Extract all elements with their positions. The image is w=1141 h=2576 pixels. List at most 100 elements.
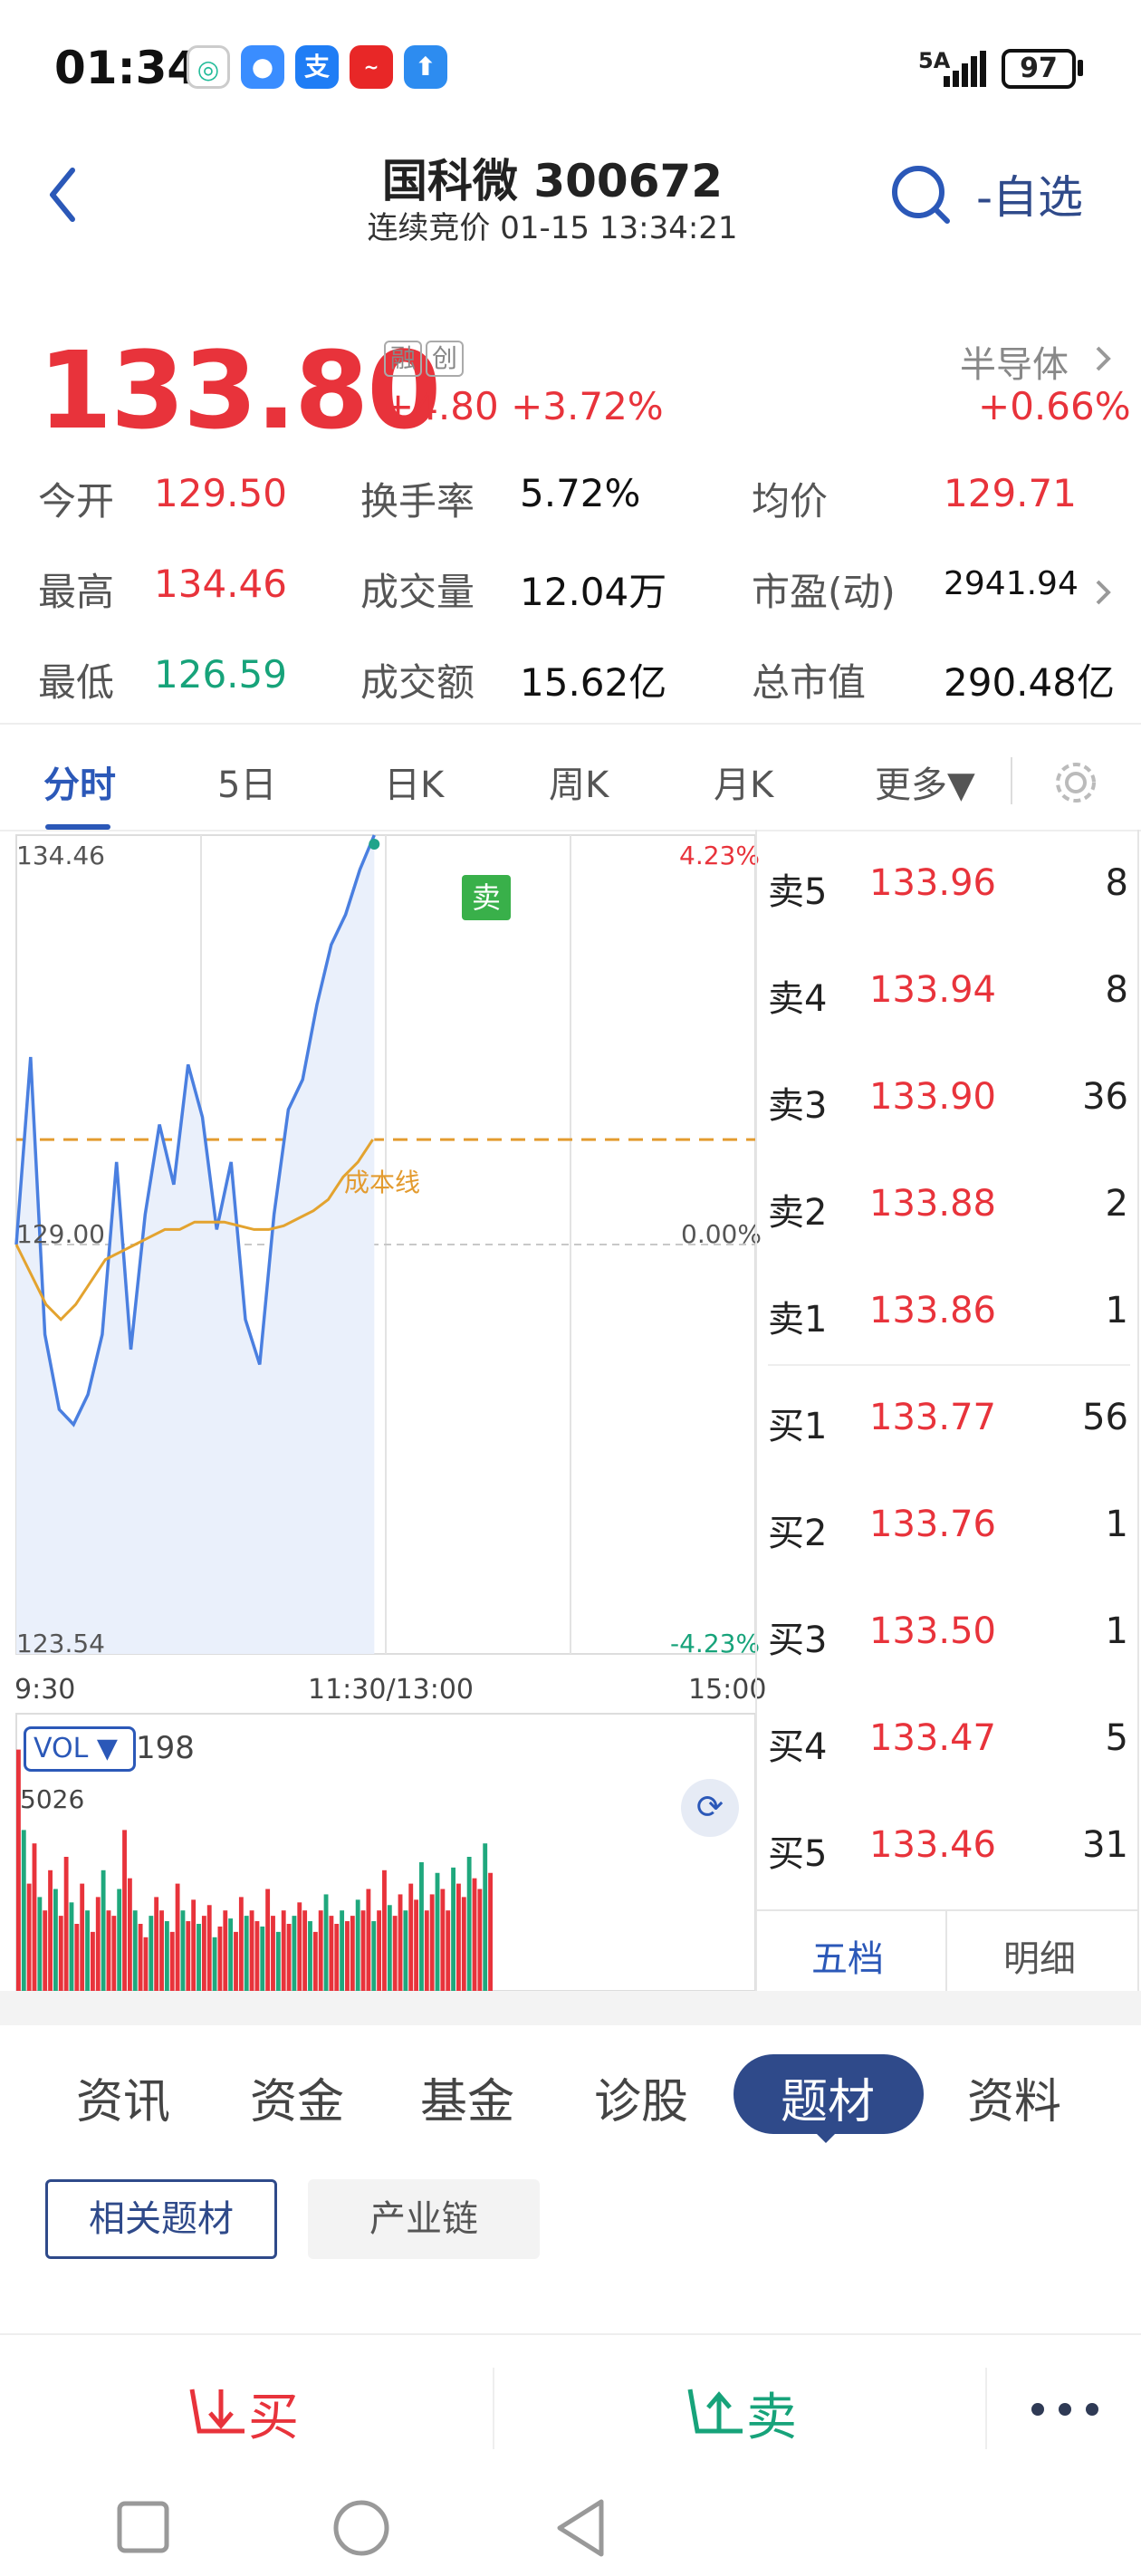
volume-bar — [143, 1937, 149, 1991]
volume-bar — [26, 1883, 32, 1991]
time-mid-label: 11:30/13:00 — [308, 1674, 475, 1706]
bid-level-label: 买3 — [768, 1620, 828, 1661]
price-change: +4.80 +3.72% — [382, 384, 664, 428]
stat-pe-ratio-value: 2941.94 — [944, 565, 1079, 602]
buy-arrow-icon — [189, 2389, 244, 2434]
back-nav-icon[interactable] — [554, 2496, 609, 2560]
sell-marker[interactable]: 卖 — [462, 875, 511, 920]
recent-apps-icon[interactable] — [116, 2500, 170, 2554]
volume-bar — [80, 1883, 85, 1991]
sector-name[interactable]: 半导体 — [960, 335, 1069, 388]
category-funds[interactable]: 资金 — [250, 2063, 344, 2131]
volume-bar — [244, 1916, 249, 1991]
volume-bar — [403, 1910, 408, 1991]
battery-tip — [1078, 60, 1083, 76]
tab-more[interactable]: 更多▼ — [875, 755, 975, 808]
ask-price: 133.88 — [869, 1183, 996, 1225]
volume-bar — [382, 1870, 387, 1991]
category-profile[interactable]: 资料 — [967, 2063, 1061, 2131]
volume-bar — [387, 1905, 392, 1991]
volume-bar — [43, 1910, 48, 1991]
ask-volume: 8 — [1105, 862, 1128, 904]
volume-bar — [286, 1924, 292, 1991]
category-theme[interactable]: 题材 — [781, 2063, 875, 2131]
volume-bar — [238, 1897, 244, 1991]
more-icon[interactable] — [1029, 2398, 1101, 2420]
title-bar: 国科微 300672 连续竞价 01-15 13:34:21 -自选 — [0, 136, 1141, 254]
volume-bar — [334, 1924, 340, 1991]
vol-max-label: 5026 — [20, 1784, 85, 1814]
tab-5day[interactable]: 5日 — [217, 755, 276, 808]
page-title: 国科微 300672 — [381, 155, 724, 207]
volume-bar — [340, 1910, 345, 1991]
search-icon[interactable] — [889, 163, 953, 228]
sell-label: 卖 — [746, 2389, 797, 2447]
tab-intraday[interactable]: 分时 — [43, 755, 116, 808]
volume-bar — [292, 1916, 297, 1991]
tab-monthly-k[interactable]: 月K — [714, 755, 773, 808]
sell-arrow-icon — [687, 2389, 743, 2434]
status-time: 01:34 — [54, 42, 199, 94]
pe-chevron-icon[interactable] — [1092, 576, 1114, 609]
home-icon[interactable] — [331, 2498, 391, 2558]
stat-amount-value: 15.62亿 — [520, 660, 667, 705]
settings-gear-icon[interactable] — [1050, 757, 1101, 808]
add-watchlist-button[interactable]: -自选 — [976, 161, 1083, 226]
stat-open-label: 今开 — [38, 479, 115, 524]
bid-level-label: 买5 — [768, 1833, 828, 1875]
category-fund[interactable]: 基金 — [420, 2063, 514, 2131]
ask-level-label: 卖3 — [768, 1085, 828, 1127]
vol-indicator-dropdown[interactable]: VOL ▼ — [24, 1726, 136, 1772]
volume-bar — [249, 1910, 254, 1991]
volume-bar — [90, 1931, 95, 1991]
volume-bar — [271, 1916, 275, 1991]
volume-bar — [350, 1916, 355, 1991]
ask-price: 133.86 — [869, 1290, 996, 1331]
category-diagnosis[interactable]: 诊股 — [594, 2063, 688, 2131]
price-high-label: 134.46 — [16, 841, 105, 870]
section-gap — [0, 1991, 1141, 2025]
divider — [755, 830, 757, 1991]
volume-bar — [371, 1921, 377, 1991]
volume-bar — [477, 1889, 483, 1991]
tab-daily-k[interactable]: 日K — [384, 755, 444, 808]
ask-volume: 1 — [1105, 1290, 1128, 1331]
volume-bar — [53, 1889, 58, 1991]
buy-button[interactable]: 买 — [0, 2335, 493, 2480]
battery-icon: 97 — [1002, 49, 1076, 89]
volume-bar — [302, 1910, 308, 1991]
bid-price: 133.76 — [869, 1504, 996, 1545]
volume-bar — [74, 1924, 80, 1991]
volume-bar — [85, 1910, 90, 1991]
price-mid-label: 129.00 — [16, 1219, 105, 1249]
bid-price: 133.46 — [869, 1824, 996, 1866]
volume-bar — [260, 1926, 265, 1991]
divider — [757, 1909, 1139, 1911]
back-arrow-icon[interactable] — [45, 163, 82, 226]
category-news[interactable]: 资讯 — [76, 2063, 170, 2131]
volume-bar — [435, 1872, 440, 1991]
ask-price: 133.94 — [869, 969, 996, 1011]
volume-bar — [21, 1830, 26, 1991]
divider — [0, 723, 1141, 725]
volume-bar — [201, 1916, 206, 1991]
volume-bar — [132, 1910, 138, 1991]
intraday-chart[interactable] — [0, 830, 761, 1998]
subtab-related-themes[interactable]: 相关题材 — [45, 2179, 277, 2259]
volume-bar — [111, 1916, 117, 1991]
volume-bar — [308, 1921, 312, 1991]
tab-weekly-k[interactable]: 周K — [549, 755, 609, 808]
tab-detail[interactable]: 明细 — [1003, 1929, 1076, 1982]
volume-bar — [37, 1897, 43, 1991]
volume-bar — [169, 1931, 175, 1991]
ask-price: 133.96 — [869, 862, 996, 904]
tab-level5[interactable]: 五档 — [811, 1929, 884, 1982]
bid-volume: 1 — [1105, 1504, 1128, 1545]
rotate-screen-icon[interactable]: ⟳ — [681, 1779, 739, 1837]
volume-bar — [69, 1902, 74, 1991]
stat-market-cap-value: 290.48亿 — [944, 660, 1115, 705]
sell-button[interactable]: 卖 — [494, 2335, 983, 2480]
volume-bar — [254, 1921, 260, 1991]
subtab-industry-chain[interactable]: 产业链 — [308, 2179, 540, 2259]
stat-avg-price-value: 129.71 — [944, 471, 1077, 515]
